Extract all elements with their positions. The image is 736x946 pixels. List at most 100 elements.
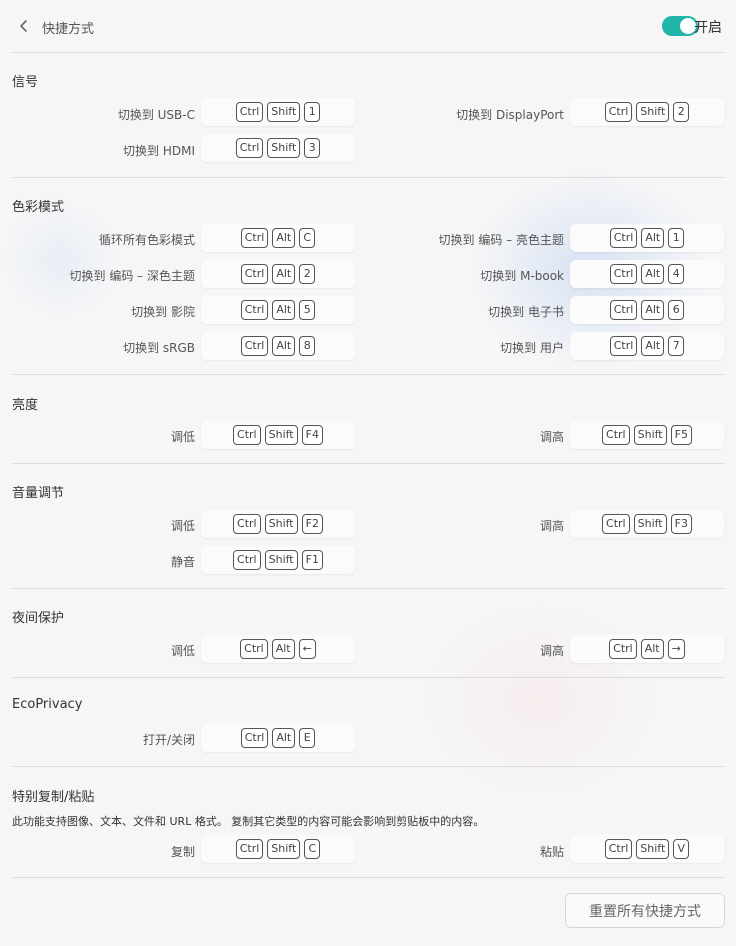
key-cap: C (304, 839, 321, 859)
reset-all-shortcuts-button[interactable]: 重置所有快捷方式 (565, 893, 725, 928)
toggle-label: 开启 (694, 20, 722, 36)
background-glow (420, 600, 660, 800)
shortcut-label: 调低 (170, 644, 195, 658)
shortcut-label: 切换到 用户 (500, 341, 564, 355)
key-cap: C (299, 228, 316, 248)
key-cap: 1 (668, 228, 685, 248)
shortcut-input[interactable]: Ctrl Shift F5 (570, 421, 724, 449)
key-cap: Alt (272, 300, 296, 320)
key-cap: 1 (304, 102, 321, 122)
key-cap: 8 (299, 336, 316, 356)
divider (12, 463, 725, 464)
shortcut-label: 循环所有色彩模式 (98, 233, 195, 247)
key-cap: 2 (299, 264, 316, 284)
key-cap: Shift (636, 102, 670, 122)
shortcut-label: 切换到 影院 (131, 305, 195, 319)
key-cap: Ctrl (609, 639, 637, 659)
key-cap: Alt (640, 639, 664, 659)
divider (12, 677, 725, 678)
back-arrow-icon[interactable] (16, 16, 32, 36)
shortcut-input[interactable]: Ctrl Shift C (201, 835, 355, 863)
key-cap: Shift (264, 425, 298, 445)
key-cap: Alt (641, 228, 665, 248)
divider (12, 374, 725, 375)
key-cap: Shift (267, 839, 301, 859)
shortcut-input[interactable]: Ctrl Alt 8 (201, 332, 355, 360)
key-cap: V (673, 839, 690, 859)
key-cap: Alt (641, 264, 665, 284)
key-cap: Ctrl (233, 425, 261, 445)
key-cap: Alt (272, 264, 296, 284)
shortcut-label: 切换到 DisplayPort (456, 108, 564, 122)
key-cap: Ctrl (240, 728, 269, 748)
key-cap: Shift (267, 102, 301, 122)
key-cap: 5 (299, 300, 316, 320)
shortcut-input[interactable]: Ctrl Shift V (570, 835, 724, 863)
divider (12, 766, 725, 767)
key-cap: Ctrl (235, 138, 264, 158)
key-cap: 4 (668, 264, 685, 284)
divider (12, 877, 725, 878)
key-cap: Alt (272, 228, 296, 248)
key-cap: Ctrl (604, 102, 633, 122)
key-cap: Ctrl (233, 514, 261, 534)
key-cap: Shift (264, 550, 298, 570)
key-cap: Ctrl (240, 639, 268, 659)
shortcut-input[interactable]: Ctrl Shift F4 (201, 421, 355, 449)
section-title-signal: 信号 (12, 75, 39, 90)
shortcut-label: 打开/关闭 (142, 733, 195, 747)
shortcut-input[interactable]: Ctrl Alt C (201, 224, 355, 252)
key-cap: Ctrl (235, 839, 264, 859)
shortcut-input[interactable]: Ctrl Alt 5 (201, 296, 355, 324)
key-cap: Ctrl (240, 264, 269, 284)
key-cap: Alt (641, 336, 665, 356)
shortcut-input[interactable]: Ctrl Shift F1 (201, 546, 355, 574)
background-glow (0, 200, 120, 320)
key-cap: Ctrl (240, 228, 269, 248)
shortcut-input[interactable]: Ctrl Alt 1 (570, 224, 724, 252)
shortcut-label: 调高 (539, 519, 564, 533)
shortcut-input[interactable]: Ctrl Alt → (570, 635, 724, 663)
key-cap: Ctrl (235, 102, 264, 122)
shortcut-input[interactable]: Ctrl Alt E (201, 724, 355, 752)
shortcut-input[interactable]: Ctrl Shift 2 (570, 98, 724, 126)
key-cap: Alt (271, 639, 295, 659)
section-title-color-mode: 色彩模式 (12, 200, 65, 215)
shortcut-input[interactable]: Ctrl Shift F2 (201, 510, 355, 538)
key-cap: F5 (670, 425, 692, 445)
shortcut-label: 粘贴 (539, 845, 564, 859)
shortcut-input[interactable]: Ctrl Shift 1 (201, 98, 355, 126)
enable-toggle[interactable] (662, 16, 698, 36)
section-title-ecoprivacy: EcoPrivacy (12, 697, 83, 712)
key-cap: Ctrl (609, 300, 638, 320)
key-cap: Alt (272, 336, 296, 356)
shortcut-label: 切换到 M-book (480, 269, 564, 283)
shortcut-input[interactable]: Ctrl Alt 6 (570, 296, 724, 324)
key-cap: Ctrl (609, 264, 638, 284)
shortcut-label: 切换到 HDMI (123, 144, 195, 158)
section-title-special-paste: 特别复制/粘贴 (12, 790, 95, 805)
key-cap: Ctrl (604, 839, 633, 859)
key-cap: Shift (636, 839, 670, 859)
key-cap: 2 (673, 102, 690, 122)
shortcut-input[interactable]: Ctrl Alt 4 (570, 260, 724, 288)
shortcut-input[interactable]: Ctrl Shift F3 (570, 510, 724, 538)
page-title: 快捷方式 (42, 22, 95, 37)
key-cap: Alt (272, 728, 296, 748)
header: 快捷方式 开启 (0, 0, 736, 52)
key-cap: Shift (264, 514, 298, 534)
shortcut-input[interactable]: Ctrl Alt 2 (201, 260, 355, 288)
shortcut-input[interactable]: Ctrl Alt ← (201, 635, 355, 663)
shortcut-label: 调低 (170, 430, 195, 444)
shortcut-input[interactable]: Ctrl Alt 7 (570, 332, 724, 360)
shortcut-label: 切换到 编码 – 深色主题 (69, 269, 195, 283)
section-title-brightness: 亮度 (12, 398, 39, 413)
shortcut-label: 切换到 电子书 (488, 305, 564, 319)
shortcut-input[interactable]: Ctrl Shift 3 (201, 134, 355, 162)
key-cap: Shift (633, 425, 667, 445)
key-cap: Ctrl (609, 336, 638, 356)
key-cap: Ctrl (233, 550, 261, 570)
key-cap: Ctrl (602, 514, 630, 534)
key-cap: Ctrl (240, 336, 269, 356)
key-cap: F1 (301, 550, 323, 570)
